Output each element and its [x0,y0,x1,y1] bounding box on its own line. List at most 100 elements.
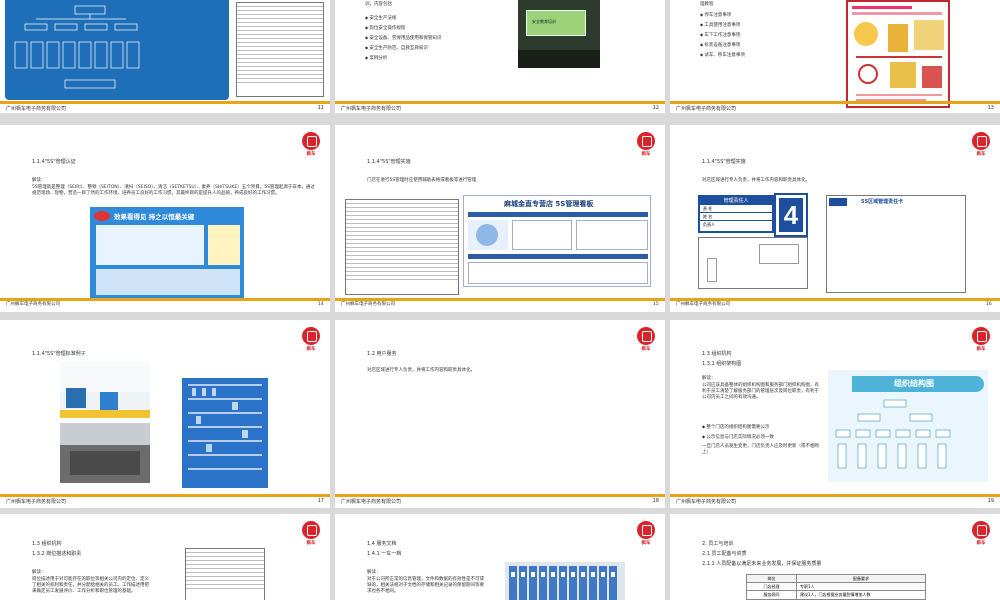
slide-label: 解读： [32,178,46,183]
safety-poster-image [846,0,950,108]
5s-management-board-image: 麻城金直专营店 5S管理看板 [463,195,651,287]
banner-title: 效果看得见 持之以恒最关键 [114,213,195,221]
slide-title: 1.1.4"5S"管理标准例子 [32,351,86,357]
brand-logo: 枫车 [635,327,657,352]
slide-text: 对店区域进行专人负责，并将工作内容和职责具体化。 [702,178,810,183]
brand-logo: 枫车 [635,132,657,157]
slide-title: 1.2 用户服务 [367,351,397,357]
company-name: 广州枫车电子商务有限公司 [6,302,60,307]
logo-icon [302,521,320,539]
responsibility-card-image: 管理责任人 责 任 姓 名 负责人 [698,195,774,233]
slide-title: 1.1.4"5S"管理实施 [367,159,411,165]
bullet-item: 整个门店的组织结构图需要公示 [702,424,769,430]
table-title: 5S区域管理责任卡 [861,199,904,205]
slide-title: 1.4 服务文档 [367,541,397,547]
bullet-item: 案例分析 [365,55,387,61]
logo-icon [302,327,320,345]
logo-icon [972,327,990,345]
slide-text: 训，内容包括 [365,2,392,7]
slide-label: 解读： [702,376,716,381]
slide-label: 解读： [32,570,46,575]
company-name: 广州枫车电子商务有限公司 [676,499,737,505]
slide-text: 对于公司所正常的信息管理，文件和数据的有效性是不可或缺的，相关法规对于文档的存储… [367,577,484,594]
zone-number-sign: 4 [774,193,808,237]
page-number: 11 [317,105,324,111]
slide-title: 1.1.4"5S"管理实施 [702,159,746,165]
slide-13[interactable]: 理教程 停车注意事项 工具使用注意事项 车下工作注意事项 拆装设备注意事项 试车… [670,0,1000,113]
bullet-item: 停车注意事项 [700,12,731,18]
slide-15[interactable]: 枫车 1.1.4"5S"管理实施 门店在进行5S管理时应使用辅助表格或看板等进行… [335,125,665,298]
bullet-item: 公示信息与门店实际情况必须一致 [702,434,774,440]
page-number: 15 [653,302,659,307]
company-name: 广州枫车电子商务有限公司 [6,106,67,112]
table-row: 门店经理 专职1人 [747,583,925,591]
tool-cabinet-photo [182,378,268,488]
table-row: 服务顾问 建议1人，门店根据业务量酌情增加人数 [747,591,925,599]
bullet-item: 车下工作注意事项 [700,32,740,38]
brand-logo: 枫车 [300,327,322,352]
page-number: 19 [987,498,994,504]
bullet-item: 试车、移车注意事项 [700,52,745,58]
photo-caption: 安全教育培训 [532,19,556,24]
safety-record-table-image [236,2,324,97]
org-chart-image: 组织结构图 [828,370,988,482]
brand-logo: 枫车 [970,327,992,352]
slide-subtitle: 1.4.1 一车一档 [367,551,402,557]
slide-text: 对店区域进行专人负责，并将工作内容和职责具体化。 [367,368,475,373]
logo-icon [637,521,655,539]
company-name: 广州枫车电子商务有限公司 [341,106,402,112]
company-name: 广州枫车电子商务有限公司 [676,302,730,307]
slide-14[interactable]: 枫车 1.1.4"5S"管理认证 解读： 5S管理就是整理（SEIRI）、整顿（… [0,125,330,298]
slide-subtitle: 1.3.1 组织架构图 [702,361,742,367]
brand-logo: 枫车 [300,132,322,157]
table-header: 配备要求 [853,576,869,581]
staffing-table: 岗位 配备要求 门店经理 专职1人 服务顾问 建议1人，门店根据业务量酌情增加人… [746,574,926,600]
bullet-item: 安全生产防范、自救互救知识 [365,45,428,51]
company-name: 广州枫车电子商务有限公司 [6,499,67,505]
brand-logo: 枫车 [970,132,992,157]
slide-20[interactable]: 枫车 1.3 组织机构 1.3.2 岗位描述和职责 解读： 岗位描述用于对可能存… [0,514,330,600]
logo-icon [972,132,990,150]
slide-17[interactable]: 枫车 1.1.4"5S"管理标准例子 广州枫车电子商务有限公司 17 [0,320,330,508]
slide-subtitle: 1.3.2 岗位描述和职责 [32,551,82,557]
slide-text: 门店在进行5S管理时应使用辅助表格或看板等进行管理 [367,178,477,183]
slide-title: 1.3 组织机构 [32,541,62,547]
slide-21[interactable]: 枫车 1.4 服务文档 1.4.1 一车一档 解读： 对于公司所正常的信息管理，… [335,514,665,600]
slide-12[interactable]: 训，内容包括 安全生产法规 岗位安全操作规程 安全设备、劳保用品使用和保管知识 … [335,0,665,113]
slide-18[interactable]: 枫车 1.2 用户服务 对店区域进行专人负责，并将工作内容和职责具体化。 广州枫… [335,320,665,508]
slide-text: 理教程 [700,2,714,7]
company-name: 广州枫车电子商务有限公司 [341,499,402,505]
page-number: 17 [317,498,324,504]
page-number: 14 [318,302,324,307]
training-photo: 安全教育培训 [518,0,600,68]
bullet-item: 拆装设备注意事项 [700,42,740,48]
zone-responsibility-table-image: 5S区域管理责任卡 [826,195,966,293]
slide-text: 5S管理就是整理（SEIRI）、整顿（SEITON）、清扫（SEISO）、清洁（… [32,185,315,196]
company-name: 广州枫车电子商务有限公司 [341,302,395,307]
slide-22[interactable]: 枫车 2. 员工与培训 2.1 员工配备与资质 2.1.1 人员配备以满足未来业… [670,514,1000,600]
slide-subtitle-2: 2.1.1 人员配备以满足未来业务发展，并保证服务质量 [702,561,822,567]
slide-title: 2. 员工与培训 [702,541,734,547]
slide-11[interactable]: 的制度，内容包含安全管理人员的职责、基本职能、门店管理人员对各项相关和规定行示 … [0,0,330,113]
workshop-photo-2 [60,423,150,483]
slide-text: 公司应该具备整体的组织机构图和服务部门组织机构图，有利于员工清楚了解服务部门的管… [702,383,819,400]
bullet-item: 安全设备、劳保用品使用和保管知识 [365,35,441,41]
workshop-photo-1 [60,362,150,418]
slide-text: 岗位描述用于对可能存在的职位等相关公司内的定位、定义了相关的权利和责任，并分配给… [32,577,149,594]
bullet-item: 一旦门店人员发生变更，门店负责人应及时更新（或不相吻上） [702,444,819,455]
safety-org-chart-image [5,0,229,100]
job-description-form-image [185,548,265,600]
slide-label: 解读： [367,570,381,575]
slide-title: 1.3 组织机构 [702,351,732,357]
page-number: 16 [986,302,992,307]
card-title: 管理责任人 [700,197,772,205]
logo-icon [637,132,655,150]
slide-subtitle: 2.1 员工配备与资质 [702,551,747,557]
slide-16[interactable]: 枫车 1.1.4"5S"管理实施 对店区域进行专人负责，并将工作内容和职责具体化… [670,125,1000,298]
logo-icon [302,132,320,150]
slide-19[interactable]: 枫车 1.3 组织机构 1.3.1 组织架构图 解读： 公司应该具备整体的组织机… [670,320,1000,508]
bullet-item: 安全生产法规 [365,15,396,21]
brand-logo: 枫车 [300,521,322,546]
archive-binders-photo [505,562,625,600]
logo-icon [972,521,990,539]
